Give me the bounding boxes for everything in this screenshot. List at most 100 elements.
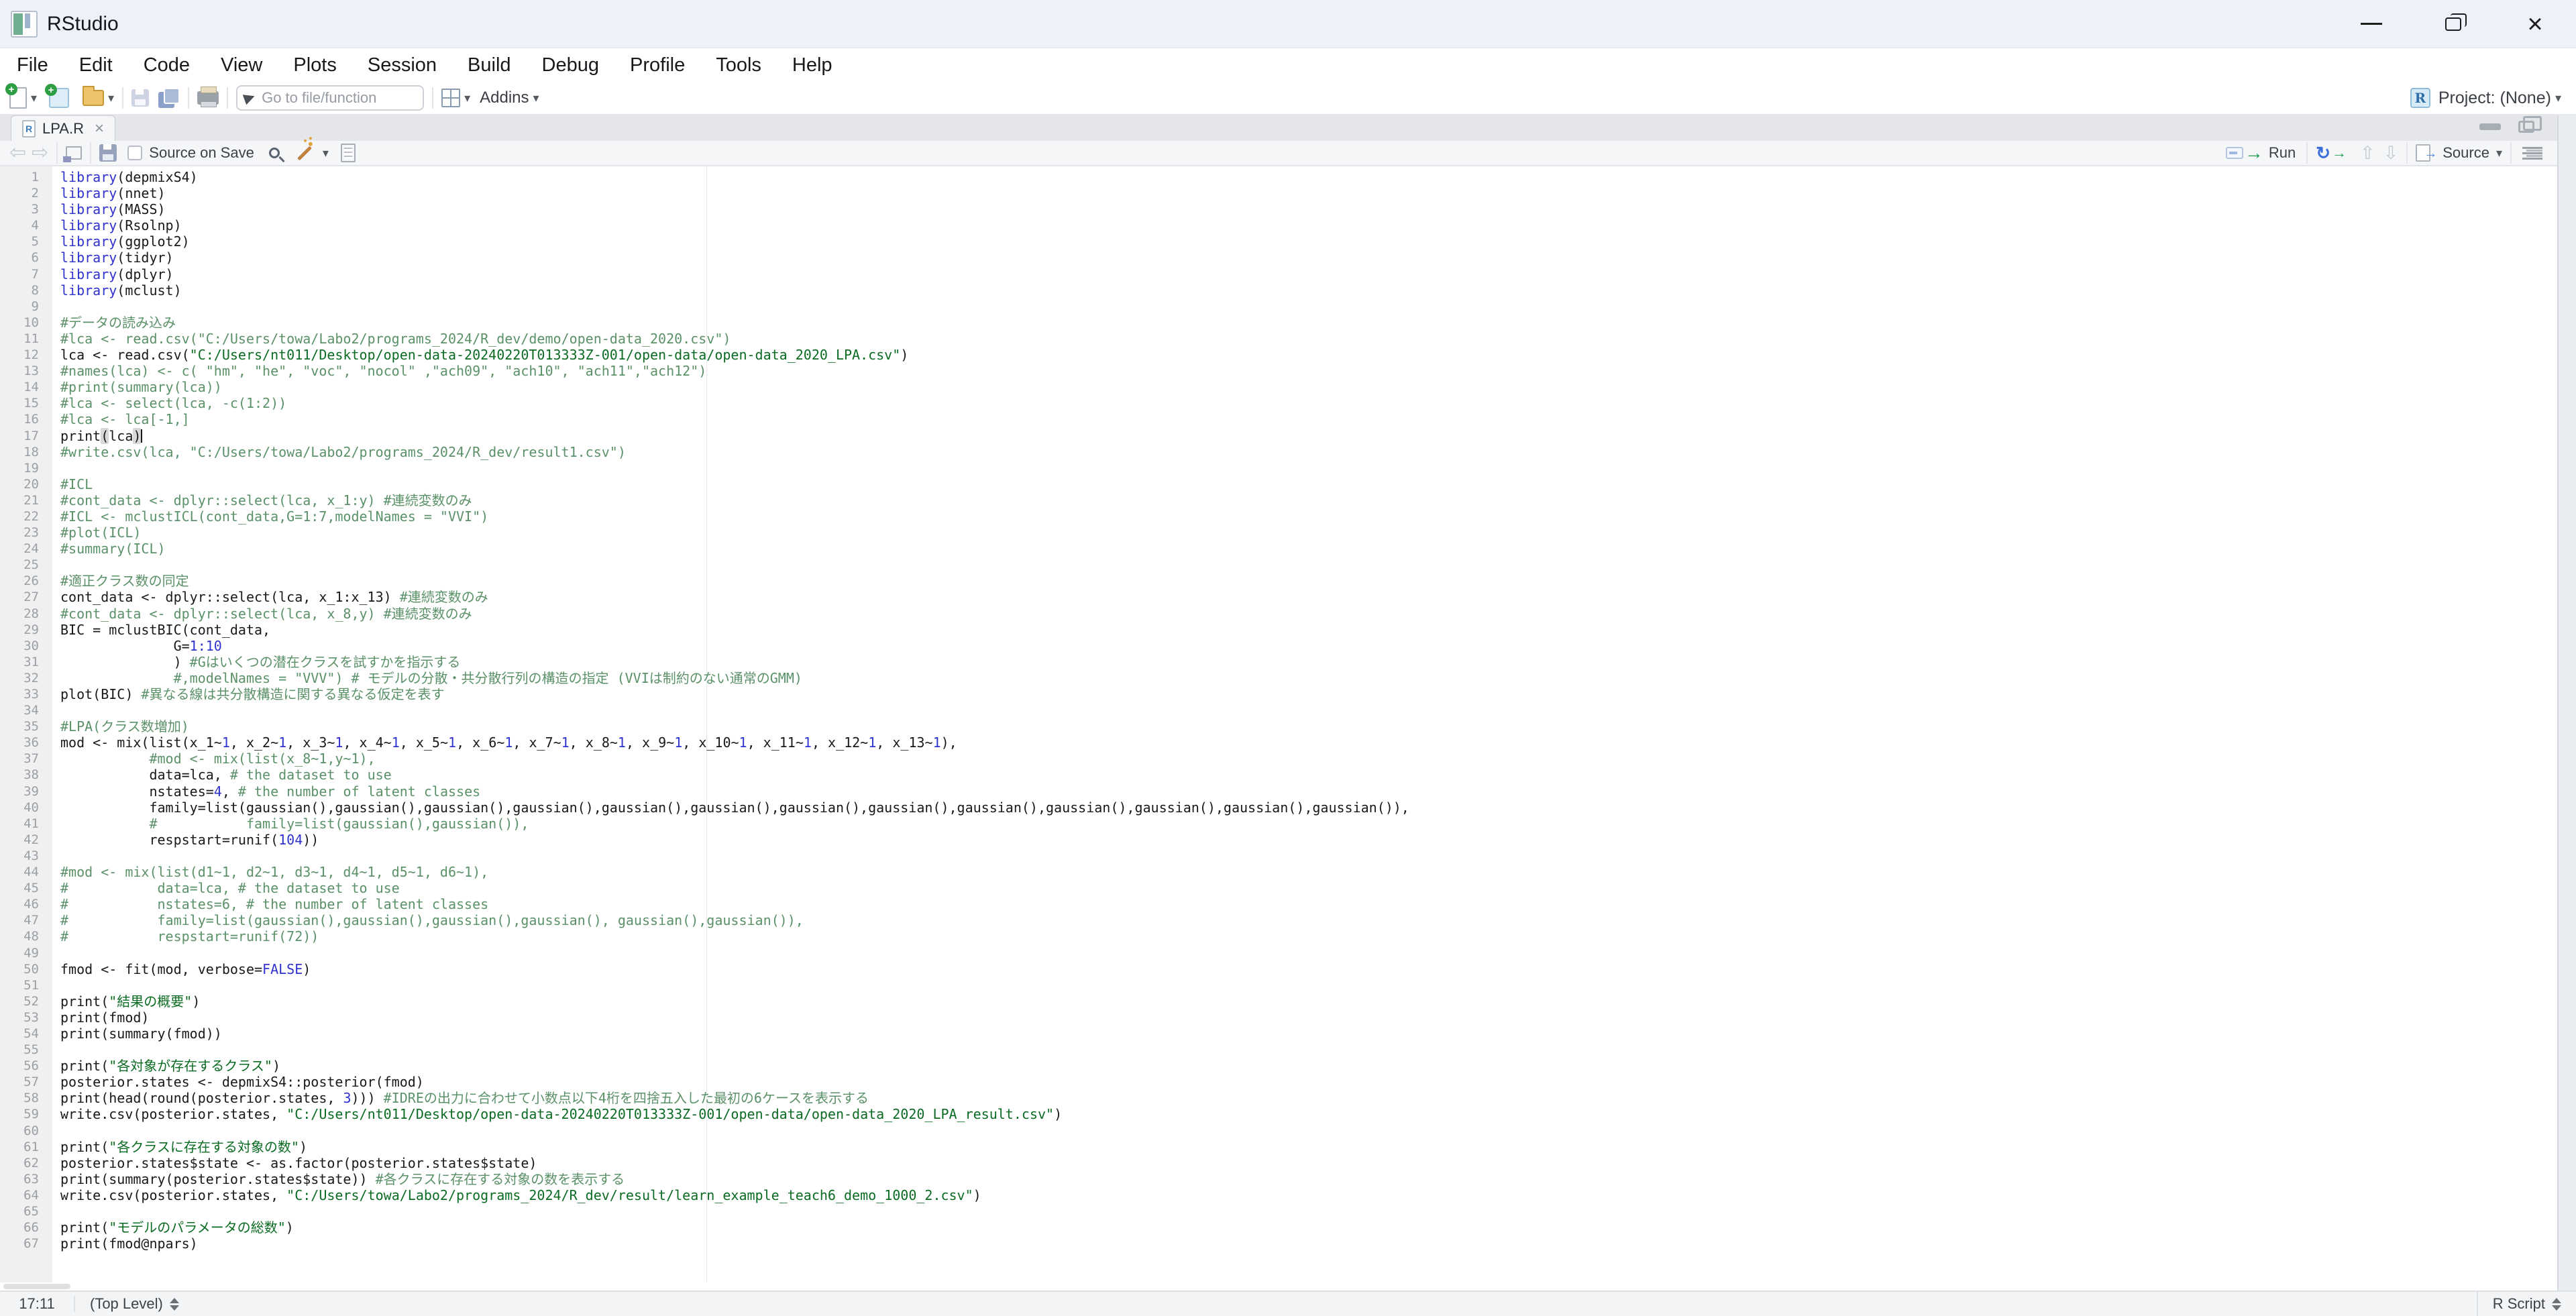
- code-line[interactable]: 45# data=lca, # the dataset to use: [0, 880, 2557, 896]
- menu-tools[interactable]: Tools: [700, 48, 777, 82]
- source-caret-icon[interactable]: ▾: [2496, 146, 2502, 160]
- close-button[interactable]: ×: [2494, 0, 2576, 48]
- code-line[interactable]: 34: [0, 702, 2557, 718]
- minimize-button[interactable]: [2330, 0, 2412, 48]
- code-line[interactable]: 30 G=1:10: [0, 638, 2557, 654]
- code-line[interactable]: 47# family=list(gaussian(),gaussian(),ga…: [0, 912, 2557, 928]
- code-line[interactable]: 43: [0, 848, 2557, 864]
- code-line[interactable]: 60: [0, 1123, 2557, 1139]
- scrollbar-thumb[interactable]: [3, 1284, 70, 1289]
- menu-plots[interactable]: Plots: [278, 48, 352, 82]
- code-line[interactable]: 54print(summary(fmod)): [0, 1026, 2557, 1042]
- code-line[interactable]: 14#print(summary(lca)): [0, 379, 2557, 395]
- code-line[interactable]: 7library(dplyr): [0, 266, 2557, 282]
- code-tools-icon[interactable]: [297, 146, 312, 160]
- rerun-icon[interactable]: ↻: [2316, 144, 2330, 162]
- scope-updown-icon[interactable]: [170, 1298, 179, 1311]
- back-icon[interactable]: ⇦: [9, 143, 26, 163]
- code-line[interactable]: 56print("各対象が存在するクラス"): [0, 1058, 2557, 1074]
- goto-file-input[interactable]: [262, 89, 409, 107]
- code-line[interactable]: 42 respstart=runif(104)): [0, 832, 2557, 848]
- code-tools-caret-icon[interactable]: ▾: [323, 146, 329, 160]
- document-outline-icon[interactable]: [2522, 147, 2542, 149]
- new-file-caret-icon[interactable]: ▾: [31, 91, 37, 105]
- restore-button[interactable]: [2412, 0, 2494, 48]
- project-menu[interactable]: R Project: (None) ▾: [2410, 88, 2561, 108]
- code-line[interactable]: 49: [0, 945, 2557, 961]
- file-type-selector[interactable]: R Script: [2477, 1292, 2576, 1316]
- tab-lpa-r[interactable]: R LPA.R ×: [11, 115, 115, 141]
- code-line[interactable]: 53print(fmod): [0, 1009, 2557, 1026]
- code-line[interactable]: 62posterior.states$state <- as.factor(po…: [0, 1155, 2557, 1171]
- code-line[interactable]: 17print(lca): [0, 428, 2557, 444]
- code-line[interactable]: 51: [0, 977, 2557, 993]
- code-line[interactable]: 63print(summary(posterior.states$state))…: [0, 1171, 2557, 1187]
- new-project-icon[interactable]: +: [49, 88, 69, 108]
- code-line[interactable]: 59write.csv(posterior.states, "C:/Users/…: [0, 1106, 2557, 1122]
- code-line[interactable]: 44#mod <- mix(list(d1~1, d2~1, d3~1, d4~…: [0, 864, 2557, 880]
- menu-view[interactable]: View: [205, 48, 278, 82]
- code-line[interactable]: 29BIC = mclustBIC(cont_data,: [0, 622, 2557, 638]
- menu-debug[interactable]: Debug: [527, 48, 614, 82]
- code-line[interactable]: 5library(ggplot2): [0, 233, 2557, 250]
- menu-build[interactable]: Build: [452, 48, 527, 82]
- code-line[interactable]: 48# respstart=runif(72)): [0, 928, 2557, 944]
- code-line[interactable]: 13#names(lca) <- c( "hm", "he", "voc", "…: [0, 363, 2557, 379]
- menu-help[interactable]: Help: [777, 48, 848, 82]
- open-file-icon[interactable]: [83, 90, 104, 106]
- code-line[interactable]: 37 #mod <- mix(list(x_8~1,y~1),: [0, 751, 2557, 767]
- open-in-new-window-icon[interactable]: [66, 146, 82, 160]
- save-all-icon[interactable]: [158, 88, 180, 108]
- code-line[interactable]: 61print("各クラスに存在する対象の数"): [0, 1139, 2557, 1155]
- minimize-pane-icon[interactable]: [2479, 123, 2501, 130]
- open-file-caret-icon[interactable]: ▾: [108, 91, 114, 105]
- next-chunk-icon[interactable]: ⇩: [2383, 144, 2399, 162]
- code-line[interactable]: 4library(Rsolnp): [0, 217, 2557, 233]
- source-button[interactable]: Source: [2443, 144, 2489, 162]
- compile-report-icon[interactable]: [341, 144, 356, 162]
- code-line[interactable]: 26#適正クラス数の同定: [0, 573, 2557, 589]
- code-line[interactable]: 55: [0, 1042, 2557, 1058]
- code-line[interactable]: 40 family=list(gaussian(),gaussian(),gau…: [0, 800, 2557, 816]
- code-line[interactable]: 58print(head(round(posterior.states, 3))…: [0, 1090, 2557, 1106]
- horizontal-scrollbar[interactable]: [0, 1282, 2557, 1291]
- panes-layout-icon[interactable]: [441, 89, 460, 107]
- menu-code[interactable]: Code: [128, 48, 205, 82]
- code-line[interactable]: 32 #,modelNames = "VVV") # モデルの分散・共分散行列の…: [0, 670, 2557, 686]
- code-line[interactable]: 31 ) #Gはいくつの潜在クラスを試すかを指示する: [0, 654, 2557, 670]
- code-line[interactable]: 28#cont_data <- dplyr::select(lca, x_8,y…: [0, 606, 2557, 622]
- code-line[interactable]: 36mod <- mix(list(x_1~1, x_2~1, x_3~1, x…: [0, 734, 2557, 751]
- previous-chunk-icon[interactable]: ⇧: [2360, 144, 2375, 162]
- maximize-pane-icon[interactable]: [2518, 121, 2534, 133]
- code-line[interactable]: 8library(mclust): [0, 282, 2557, 298]
- code-line[interactable]: 65: [0, 1203, 2557, 1219]
- forward-icon[interactable]: ⇨: [32, 143, 48, 163]
- code-line[interactable]: 25: [0, 557, 2557, 573]
- menu-file[interactable]: File: [1, 48, 64, 82]
- code-line[interactable]: 22#ICL <- mclustICL(cont_data,G=1:7,mode…: [0, 508, 2557, 525]
- code-line[interactable]: 12lca <- read.csv("C:/Users/nt011/Deskto…: [0, 347, 2557, 363]
- code-line[interactable]: 33plot(BIC) #異なる線は共分散構造に関する異なる仮定を表す: [0, 686, 2557, 702]
- new-file-icon[interactable]: +: [9, 87, 27, 109]
- goto-file-box[interactable]: [236, 85, 424, 111]
- code-line[interactable]: 35#LPA(クラス数増加): [0, 718, 2557, 734]
- code-line[interactable]: 67print(fmod@npars): [0, 1236, 2557, 1252]
- code-line[interactable]: 6library(tidyr): [0, 250, 2557, 266]
- code-line[interactable]: 15#lca <- select(lca, -c(1:2)): [0, 395, 2557, 411]
- code-line[interactable]: 52print("結果の概要"): [0, 993, 2557, 1009]
- code-line[interactable]: 50fmod <- fit(mod, verbose=FALSE): [0, 961, 2557, 977]
- save-icon[interactable]: [99, 144, 117, 162]
- code-line[interactable]: 46# nstates=6, # the number of latent cl…: [0, 896, 2557, 912]
- addins-button[interactable]: Addins: [480, 89, 529, 107]
- panes-layout-caret-icon[interactable]: ▾: [464, 91, 470, 105]
- scope-selector[interactable]: (Top Level): [90, 1295, 163, 1313]
- code-line[interactable]: 57posterior.states <- depmixS4::posterio…: [0, 1074, 2557, 1090]
- menu-session[interactable]: Session: [352, 48, 452, 82]
- code-line[interactable]: 3library(MASS): [0, 201, 2557, 217]
- code-line[interactable]: 20#ICL: [0, 476, 2557, 492]
- code-line[interactable]: 2library(nnet): [0, 185, 2557, 201]
- code-line[interactable]: 66print("モデルのパラメータの総数"): [0, 1219, 2557, 1236]
- code-line[interactable]: 16#lca <- lca[-1,]: [0, 411, 2557, 427]
- source-on-save-checkbox[interactable]: [127, 146, 142, 160]
- code-line[interactable]: 18#write.csv(lca, "C:/Users/towa/Labo2/p…: [0, 444, 2557, 460]
